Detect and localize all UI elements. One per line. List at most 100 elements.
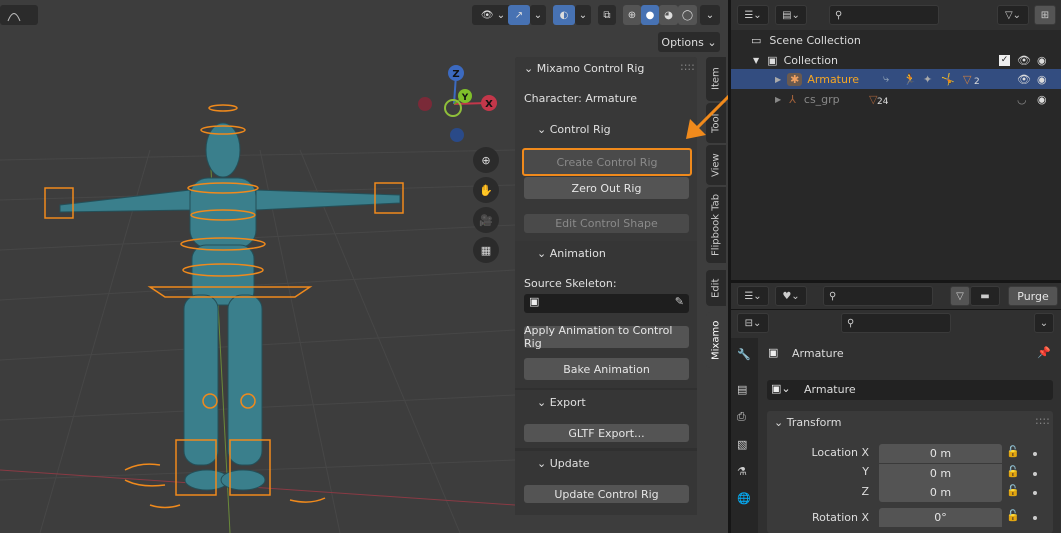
overlay-toggle[interactable]: ◐	[553, 5, 575, 25]
options-button[interactable]: Options ⌄	[658, 32, 720, 52]
editor-type-dropdown[interactable]: ⊟ ⌄	[737, 313, 769, 333]
properties-search-input[interactable]: ⚲	[841, 313, 951, 333]
tab-edit[interactable]: Edit	[706, 270, 726, 306]
visibility-eye-icon[interactable]: 👁	[1017, 54, 1031, 67]
gizmo-neg-z[interactable]	[450, 128, 464, 142]
bone-icon: ✦	[923, 72, 933, 86]
render-camera-icon[interactable]: ◉	[1037, 73, 1047, 86]
datablock-field[interactable]: ▣⌄ Armature	[767, 380, 1053, 400]
rotation-x-field[interactable]: 0°	[879, 508, 1002, 527]
visibility-eye-icon[interactable]: 👁	[1017, 73, 1031, 86]
outliner-row-armature[interactable]: ▶ ✱ Armature ⤷ 🏃 ✦ 🤸 ▽ 2 👁 ◉	[731, 69, 1061, 89]
rendered-shading[interactable]: ◯	[678, 5, 697, 25]
tab-mixamo[interactable]: Mixamo	[706, 312, 726, 368]
drag-handle-icon[interactable]: ::::	[1035, 414, 1050, 427]
svg-text:Z: Z	[452, 69, 459, 80]
render-tab-icon[interactable]: ▤	[737, 383, 747, 396]
bake-animation-button[interactable]: Bake Animation	[524, 358, 689, 380]
empty-icon: ⅄	[789, 92, 796, 106]
zero-out-rig-button[interactable]: Zero Out Rig	[524, 177, 689, 199]
rotation-x-label: Rotation X	[811, 511, 869, 524]
pose-icon: ⤷	[883, 72, 890, 85]
tab-flipbook[interactable]: Flipbook Tab	[706, 187, 726, 263]
options-dropdown[interactable]: ⌄	[1034, 313, 1054, 333]
grid-view-icon[interactable]: ▦	[473, 237, 499, 263]
keyframe-dot[interactable]	[1033, 491, 1037, 495]
eyedropper-icon[interactable]: ✎	[675, 295, 684, 308]
keyframe-dot[interactable]	[1033, 516, 1037, 520]
keyframe-dot[interactable]	[1033, 452, 1037, 456]
overlay-dropdown[interactable]: ⌄	[575, 5, 591, 25]
scene-tab-icon[interactable]: ⚗	[737, 465, 747, 478]
render-camera-icon[interactable]: ◉	[1037, 93, 1047, 106]
tool-tab-icon[interactable]: 🔧	[737, 348, 751, 361]
blend-search-input[interactable]: ⚲	[823, 286, 933, 306]
control-rig-subheader[interactable]: ⌄ Control Rig	[537, 123, 611, 136]
animation-subheader[interactable]: ⌄ Animation	[537, 247, 606, 260]
expand-arrow-icon[interactable]: ▶	[775, 95, 781, 104]
solid-shading[interactable]: ●	[641, 5, 659, 25]
pin-icon[interactable]: 📌	[1037, 346, 1051, 359]
filter-toggle[interactable]: ▽	[950, 286, 970, 306]
data-api-dropdown[interactable]: ♥ ⌄	[775, 286, 807, 306]
pan-hand-icon[interactable]: ✋	[473, 177, 499, 203]
new-collection-button[interactable]: ⊞	[1034, 5, 1056, 25]
wireframe-shading[interactable]: ⊕	[623, 5, 641, 25]
view-layer-tab-icon[interactable]: ▧	[737, 438, 747, 451]
action-icon: 🏃	[903, 72, 917, 86]
panel-header[interactable]: ⌄ Mixamo Control Rig	[524, 62, 644, 75]
zoom-icon[interactable]: ⊕	[473, 147, 499, 173]
camera-icon[interactable]: 🎥	[473, 207, 499, 233]
display-mode-dropdown[interactable]: ☰ ⌄	[737, 286, 769, 306]
world-tab-icon[interactable]: 🌐	[737, 492, 751, 505]
lock-icon[interactable]: 🔓	[1006, 484, 1020, 497]
gizmo-dropdown[interactable]: ⌄	[530, 5, 546, 25]
collection-icon: ▬	[980, 290, 990, 302]
xray-toggle[interactable]: ⧉	[598, 5, 616, 25]
outliner-search-input[interactable]: ⚲	[829, 5, 939, 25]
gizmo-neg-x[interactable]	[418, 97, 432, 111]
exclude-checkbox[interactable]: ✓	[999, 54, 1010, 66]
drag-handle-icon[interactable]: ::::	[680, 60, 695, 73]
outliner-row-collection[interactable]: ▼ ▣ Collection ✓ 👁 ◉	[731, 50, 1061, 70]
lock-icon[interactable]: 🔓	[1006, 445, 1020, 458]
create-control-rig-button[interactable]: Create Control Rig	[522, 148, 692, 176]
location-y-field[interactable]: 0 m	[879, 464, 1002, 483]
gizmo-toggle[interactable]: ↗	[508, 5, 530, 25]
output-tab-icon[interactable]: ⎙	[737, 410, 746, 424]
material-shading[interactable]: ◕	[659, 5, 678, 25]
outliner-icon: ☰	[744, 9, 754, 21]
outliner-row-cs-grp[interactable]: ▶ ⅄ cs_grp ▽ 24 ◡ ◉	[731, 89, 1061, 109]
outliner-row-scene-collection[interactable]: ▭ Scene Collection	[731, 30, 1061, 50]
shading-dropdown[interactable]: ⌄	[700, 5, 720, 25]
display-mode-dropdown[interactable]: ☰ ⌄	[737, 5, 769, 25]
transform-header[interactable]: ⌄ Transform	[774, 416, 841, 429]
lock-icon[interactable]: 🔓	[1006, 509, 1020, 522]
lock-icon[interactable]: 🔓	[1006, 465, 1020, 478]
gltf-export-button[interactable]: GLTF Export...	[524, 424, 689, 442]
tab-view[interactable]: View	[706, 145, 726, 185]
location-z-field[interactable]: 0 m	[879, 483, 1002, 502]
update-control-rig-button[interactable]: Update Control Rig	[524, 485, 689, 503]
location-z-label: Z	[861, 485, 869, 498]
location-x-field[interactable]: 0 m	[879, 444, 1002, 463]
filter-dropdown[interactable]: ▽ ⌄	[997, 5, 1029, 25]
keyframe-dot[interactable]	[1033, 472, 1037, 476]
navigation-gizmo[interactable]: Z X Y	[410, 60, 500, 150]
filter-view-dropdown[interactable]: ▤ ⌄	[775, 5, 807, 25]
hidden-eye-icon[interactable]: ◡	[1017, 93, 1027, 106]
search-icon: ⚲	[835, 9, 843, 21]
collection-filter-dropdown[interactable]: ▬	[970, 286, 1000, 306]
update-subheader[interactable]: ⌄ Update	[537, 457, 590, 470]
edit-control-shape-button[interactable]: Edit Control Shape	[524, 214, 689, 233]
curve-icon[interactable]	[0, 4, 40, 26]
expand-arrow-icon[interactable]: ▼	[753, 56, 759, 65]
expand-arrow-icon[interactable]: ▶	[775, 75, 781, 84]
render-camera-icon[interactable]: ◉	[1037, 54, 1047, 67]
apply-animation-button[interactable]: Apply Animation to Control Rig	[524, 324, 689, 350]
source-skeleton-field[interactable]: ▣ ✎	[524, 294, 689, 313]
object-data-icon[interactable]: ▣⌄	[771, 382, 791, 395]
export-subheader[interactable]: ⌄ Export	[537, 396, 586, 409]
3d-viewport[interactable]: 👁 ⌄ ↗ ⌄ ◐ ⌄ ⧉ ⊕ ● ◕ ◯ ⌄ Options ⌄ Z X Y …	[0, 0, 728, 533]
purge-button[interactable]: Purge	[1008, 286, 1058, 306]
